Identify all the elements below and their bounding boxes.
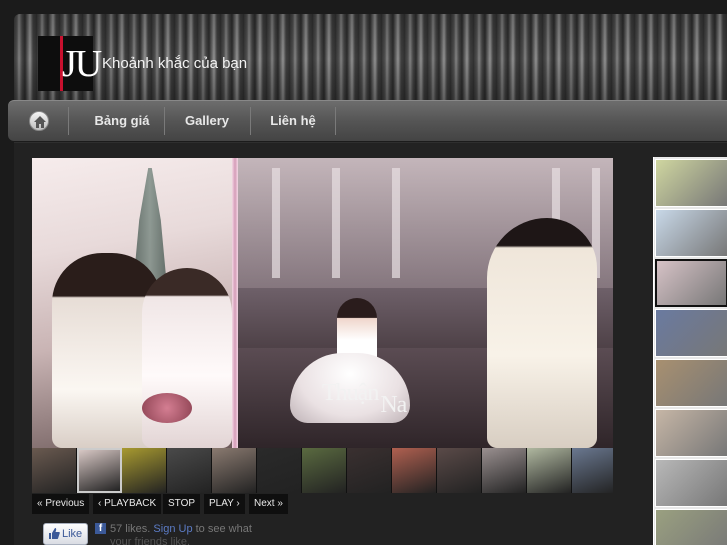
logo-mark: JU bbox=[62, 43, 102, 85]
watermark-line1: Thuận bbox=[322, 380, 379, 406]
home-button[interactable] bbox=[29, 111, 49, 131]
nav-item-gallery[interactable]: Gallery bbox=[170, 101, 244, 141]
thumbnail[interactable] bbox=[347, 448, 392, 493]
sidebar-thumbnail[interactable] bbox=[655, 409, 727, 457]
likes-tail: to see what bbox=[195, 523, 252, 535]
nav-item-pricing[interactable]: Bảng giá bbox=[80, 101, 164, 141]
thumbnail[interactable] bbox=[482, 448, 527, 493]
facebook-icon: f bbox=[95, 523, 106, 534]
watermark-line2: Na bbox=[380, 392, 407, 418]
nav-separator bbox=[250, 107, 251, 135]
sidebar-gallery bbox=[653, 157, 727, 545]
sidebar-thumbnail[interactable] bbox=[655, 209, 727, 257]
sidebar-thumbnail[interactable] bbox=[655, 359, 727, 407]
site-header: JU Khoảnh khắc của bạn bbox=[14, 14, 727, 104]
like-label: Like bbox=[62, 528, 83, 540]
photo-watermark: ThuậnNa bbox=[322, 380, 407, 418]
thumbnail-strip bbox=[32, 448, 613, 493]
sidebar-thumbnail[interactable] bbox=[655, 459, 727, 507]
facebook-like-text-line2: your friends like. bbox=[110, 536, 191, 545]
facebook-like-button[interactable]: Like bbox=[43, 523, 88, 545]
nav-separator bbox=[335, 107, 336, 135]
stop-button[interactable]: STOP bbox=[163, 494, 201, 514]
play-button[interactable]: PLAY › bbox=[204, 494, 245, 514]
thumbnail[interactable] bbox=[302, 448, 347, 493]
thumbnail[interactable] bbox=[32, 448, 77, 493]
sidebar-thumbnail[interactable] bbox=[655, 309, 727, 357]
thumbnail[interactable] bbox=[167, 448, 212, 493]
thumbnail[interactable] bbox=[257, 448, 302, 493]
sidebar-thumbnail[interactable] bbox=[655, 259, 727, 307]
thumbnail[interactable] bbox=[527, 448, 572, 493]
likes-count: 57 likes. bbox=[110, 523, 151, 535]
site-title: Khoảnh khắc của bạn bbox=[102, 55, 248, 72]
pillar bbox=[332, 168, 340, 278]
next-button[interactable]: Next » bbox=[249, 494, 288, 514]
nav-separator bbox=[68, 107, 69, 135]
thumbs-up-icon bbox=[49, 528, 60, 539]
pillar bbox=[392, 168, 400, 278]
facebook-like-text: 57 likes. Sign Up to see what bbox=[110, 522, 252, 536]
bouquet bbox=[142, 393, 192, 423]
playback-button[interactable]: ‹ PLAYBACK bbox=[93, 494, 162, 514]
signup-link[interactable]: Sign Up bbox=[153, 523, 192, 535]
groom-figure bbox=[487, 218, 597, 448]
sidebar-thumbnail[interactable] bbox=[655, 509, 727, 545]
home-icon bbox=[34, 116, 46, 128]
thumbnail[interactable] bbox=[212, 448, 257, 493]
site-logo[interactable]: JU bbox=[38, 36, 102, 91]
thumbnail[interactable] bbox=[437, 448, 482, 493]
thumbnail[interactable] bbox=[122, 448, 167, 493]
thumbnail[interactable] bbox=[77, 448, 122, 493]
previous-button[interactable]: « Previous bbox=[32, 494, 90, 514]
pillar bbox=[272, 168, 280, 278]
nav-item-contact[interactable]: Liên hệ bbox=[258, 101, 328, 141]
sidebar-thumbnail[interactable] bbox=[655, 159, 727, 207]
thumbnail[interactable] bbox=[392, 448, 437, 493]
thumbnail[interactable] bbox=[572, 448, 613, 493]
main-nav: Bảng giá Gallery Liên hệ bbox=[8, 100, 727, 141]
nav-separator bbox=[164, 107, 165, 135]
